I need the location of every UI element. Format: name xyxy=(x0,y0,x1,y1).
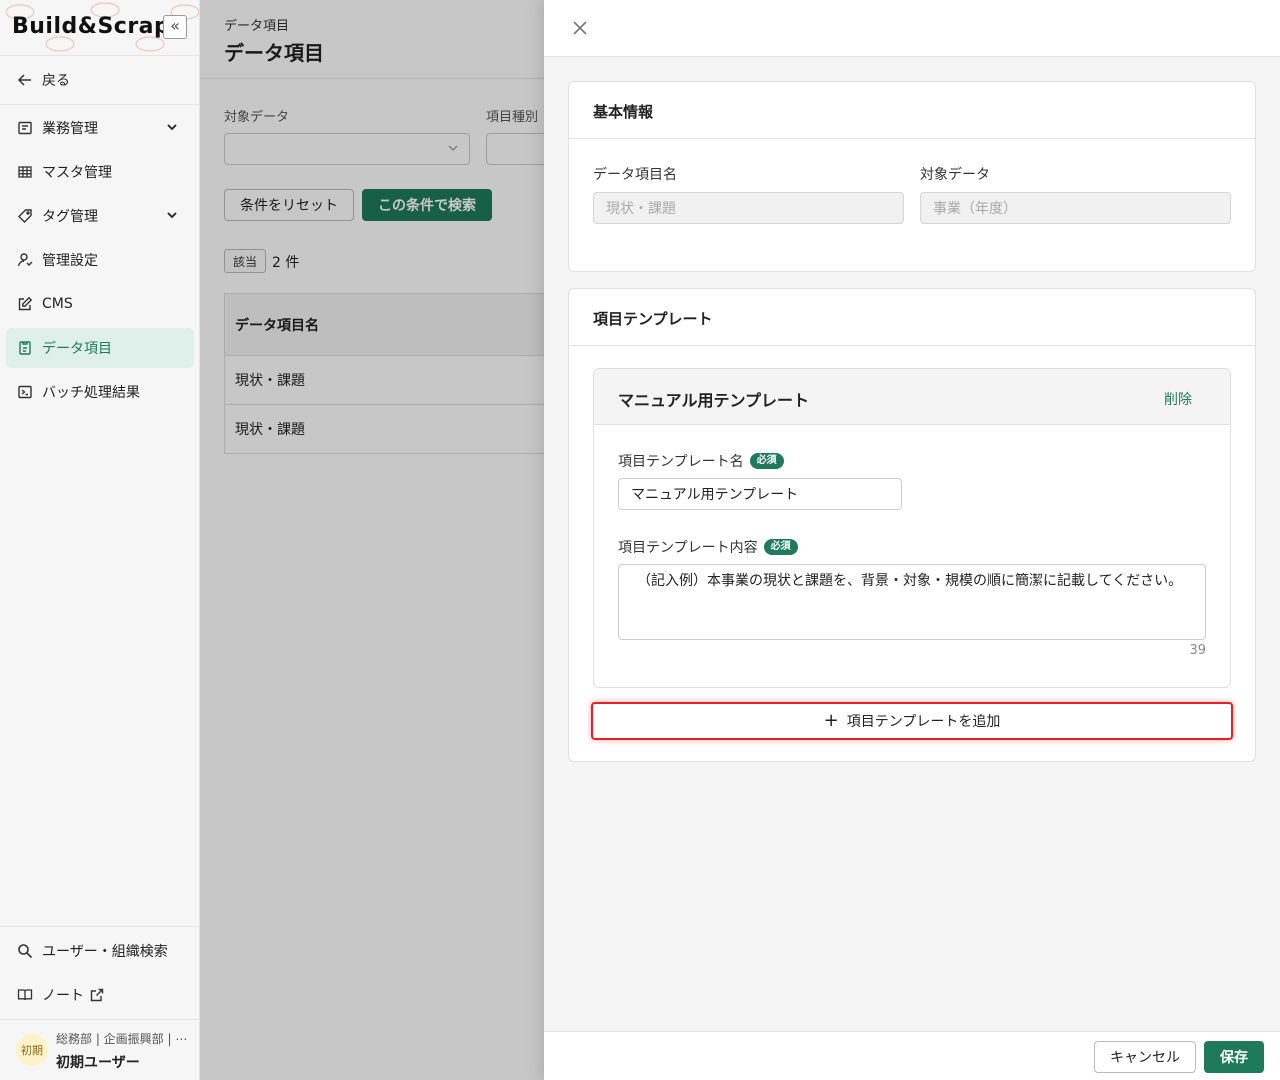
template-section-title: 項目テンプレート xyxy=(593,310,713,328)
search-icon xyxy=(16,942,34,960)
drawer-header xyxy=(544,0,1280,57)
collapse-sidebar-button[interactable]: « xyxy=(163,15,187,39)
template-item-title: マニュアル用テンプレート xyxy=(618,391,810,410)
template-item-card: マニュアル用テンプレート 削除 項目テンプレート名 必須 マニュアル用テンプレー… xyxy=(593,368,1231,688)
required-badge: 必須 xyxy=(763,539,798,555)
save-button[interactable]: 保存 xyxy=(1204,1041,1264,1073)
sidebar-item-note[interactable]: ノート xyxy=(6,975,194,1015)
data-item-icon xyxy=(16,339,34,357)
drawer-footer: キャンセル 保存 xyxy=(544,1031,1280,1080)
sidebar-item-label: 管理設定 xyxy=(42,253,98,269)
template-item-header: マニュアル用テンプレート 削除 xyxy=(594,369,1230,425)
sidebar-item-label: ノート xyxy=(42,988,84,1004)
user-organization: 総務部 | 企画振興部 | ⋯ xyxy=(56,1032,186,1046)
sidebar-item-business[interactable]: 業務管理 xyxy=(6,108,194,148)
external-link-icon xyxy=(88,986,106,1004)
admin-user-icon xyxy=(16,251,34,269)
sidebar-item-label: マスタ管理 xyxy=(42,165,112,181)
logo-area: Build&Scrap « xyxy=(0,0,200,56)
sidebar-item-batch[interactable]: バッチ処理結果 xyxy=(6,372,194,412)
tag-icon xyxy=(16,207,34,225)
user-profile[interactable]: 初期 総務部 | 企画振興部 | ⋯ 初期ユーザー xyxy=(0,1020,200,1080)
sidebar-item-label: CMS xyxy=(42,296,73,312)
data-item-name-field: 現状・課題 xyxy=(593,192,904,224)
terminal-icon xyxy=(16,383,34,401)
sidebar-item-tags[interactable]: タグ管理 xyxy=(6,196,194,236)
add-template-label: 項目テンプレートを追加 xyxy=(846,714,1001,730)
arrow-left-icon xyxy=(16,71,34,89)
target-data-label: 対象データ xyxy=(920,167,990,183)
sidebar: Build&Scrap « 戻る 業務管理 マスタ管理 タグ管理 管理設定 CM… xyxy=(0,0,200,1080)
sidebar-item-cms[interactable]: CMS xyxy=(6,284,194,324)
cancel-button[interactable]: キャンセル xyxy=(1094,1041,1196,1073)
back-label: 戻る xyxy=(42,73,70,89)
basic-info-card: 基本情報 データ項目名 対象データ 現状・課題 事業（年度） xyxy=(568,81,1256,272)
plus-icon: + xyxy=(823,710,839,731)
sidebar-item-label: バッチ処理結果 xyxy=(42,385,140,401)
sidebar-item-label: 業務管理 xyxy=(42,121,98,137)
user-name: 初期ユーザー xyxy=(56,1055,140,1071)
modal-overlay[interactable] xyxy=(200,0,544,1080)
template-content-label-text: 項目テンプレート内容 xyxy=(618,540,758,556)
sidebar-item-user-search[interactable]: ユーザー・組織検索 xyxy=(6,931,194,971)
sidebar-item-data-items[interactable]: データ項目 xyxy=(6,328,194,368)
add-template-button[interactable]: + 項目テンプレートを追加 xyxy=(591,702,1233,740)
edit-drawer: 基本情報 データ項目名 対象データ 現状・課題 事業（年度） 項目テンプレート … xyxy=(544,0,1280,1080)
target-data-field: 事業（年度） xyxy=(920,192,1231,224)
table-icon xyxy=(16,163,34,181)
chevron-down-icon xyxy=(166,121,178,137)
basic-info-title: 基本情報 xyxy=(593,103,654,121)
business-icon xyxy=(16,119,34,137)
template-content-label: 項目テンプレート内容 必須 xyxy=(618,537,798,557)
char-count: 39 xyxy=(1189,643,1206,658)
book-icon xyxy=(16,986,34,1004)
template-card: 項目テンプレート マニュアル用テンプレート 削除 項目テンプレート名 必須 マニ… xyxy=(568,288,1256,762)
close-icon[interactable] xyxy=(568,16,592,40)
data-item-name-label: データ項目名 xyxy=(593,167,677,183)
template-content-textarea[interactable]: （記入例）本事業の現状と課題を、背景・対象・規模の順に簡潔に記載してください。 xyxy=(618,564,1206,640)
sidebar-item-admin[interactable]: 管理設定 xyxy=(6,240,194,280)
sidebar-item-label: ユーザー・組織検索 xyxy=(42,944,168,960)
sidebar-item-label: データ項目 xyxy=(42,341,112,357)
app-logo: Build&Scrap xyxy=(12,14,171,39)
avatar: 初期 xyxy=(16,1034,48,1066)
back-link[interactable]: 戻る xyxy=(6,60,194,100)
sidebar-item-label: タグ管理 xyxy=(42,209,98,225)
chevron-down-icon xyxy=(166,209,178,225)
required-badge: 必須 xyxy=(749,453,784,469)
delete-template-link[interactable]: 削除 xyxy=(1164,389,1192,409)
template-name-label-text: 項目テンプレート名 xyxy=(618,454,744,470)
edit-icon xyxy=(16,295,34,313)
sidebar-item-master[interactable]: マスタ管理 xyxy=(6,152,194,192)
template-name-input[interactable]: マニュアル用テンプレート xyxy=(618,478,902,510)
template-name-label: 項目テンプレート名 必須 xyxy=(618,451,784,471)
